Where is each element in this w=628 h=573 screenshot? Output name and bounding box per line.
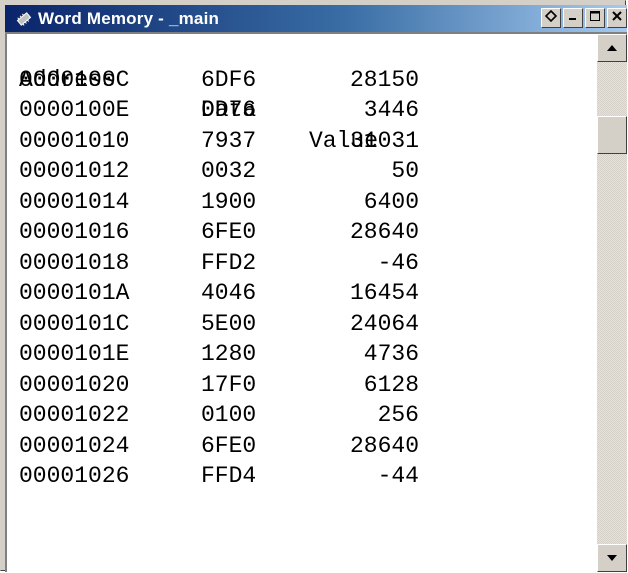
memory-address: 00001010 xyxy=(19,127,130,154)
table-row[interactable]: 0000101E 1280 4736 xyxy=(19,339,419,370)
memory-view[interactable]: Address Data Value 0000100C 6DF6 28150 0000… xyxy=(5,32,627,572)
memory-value: 3446 xyxy=(363,97,419,123)
table-row[interactable]: 0000101A 4046 16454 xyxy=(19,278,419,309)
memory-address: 0000101C xyxy=(19,310,130,337)
maximize-icon xyxy=(588,9,602,28)
memory-value: 31031 xyxy=(349,127,419,154)
close-button[interactable] xyxy=(607,8,627,28)
memory-address: 0000101E xyxy=(19,341,130,367)
memory-data: 6FE0 xyxy=(201,432,257,459)
memory-address: 00001022 xyxy=(19,402,130,428)
table-row[interactable]: 00001022 0100 256 xyxy=(19,400,419,431)
window-title: Word Memory - _main xyxy=(38,8,220,28)
memory-address: 0000100E xyxy=(19,97,130,123)
memory-address: 00001012 xyxy=(19,158,130,184)
memory-data: 6FE0 xyxy=(201,219,257,245)
memory-data: 1280 xyxy=(201,341,257,367)
memory-value: 50 xyxy=(391,158,419,184)
scroll-thumb[interactable] xyxy=(597,116,627,154)
memory-data: 6DF6 xyxy=(201,66,257,93)
table-row[interactable]: 0000101C 5E00 24064 xyxy=(19,309,419,340)
memory-data: 17F0 xyxy=(201,371,257,398)
memory-value: 24064 xyxy=(349,310,419,337)
memory-address: 00001018 xyxy=(19,249,130,276)
minimize-icon xyxy=(566,9,580,28)
arrow-up-icon xyxy=(606,39,618,57)
arrow-down-icon xyxy=(606,549,618,567)
memory-data: FFD4 xyxy=(201,463,257,489)
restore-icon xyxy=(544,9,558,28)
scroll-down-button[interactable] xyxy=(597,544,627,572)
table-row[interactable]: 0000100C 6DF6 28150 xyxy=(19,65,419,96)
table-row[interactable]: 00001014 1900 6400 xyxy=(19,187,419,218)
memory-data: 1900 xyxy=(201,188,257,215)
table-row[interactable]: 0000100E 0D76 3446 xyxy=(19,95,419,126)
table-row[interactable]: 00001026 FFD4 -44 xyxy=(19,461,419,492)
header-row: Address Data Value xyxy=(19,34,378,154)
memory-data: 0100 xyxy=(201,402,257,428)
memory-address: 00001024 xyxy=(19,432,130,459)
table-row[interactable]: 00001018 FFD2 -46 xyxy=(19,248,419,279)
memory-value: -46 xyxy=(377,249,419,276)
restore-button[interactable] xyxy=(541,8,561,28)
memory-address: 00001014 xyxy=(19,188,130,215)
title-bar[interactable]: Word Memory - _main xyxy=(5,5,627,32)
maximize-button[interactable] xyxy=(585,8,605,28)
table-row[interactable]: 00001012 0032 50 xyxy=(19,156,419,187)
memory-address: 00001016 xyxy=(19,219,130,245)
memory-address: 00001026 xyxy=(19,463,130,489)
table-row[interactable]: 00001020 17F0 6128 xyxy=(19,370,419,401)
memory-address: 0000101A xyxy=(19,280,130,306)
close-icon xyxy=(610,9,624,28)
memory-data: 4046 xyxy=(201,280,257,306)
memory-value: 6128 xyxy=(363,371,419,398)
minimize-button[interactable] xyxy=(563,8,583,28)
memory-value: 16454 xyxy=(349,280,419,306)
memory-address: 00001020 xyxy=(19,371,130,398)
table-row[interactable]: 00001024 6FE0 28640 xyxy=(19,431,419,462)
memory-data: FFD2 xyxy=(201,249,257,276)
table-row[interactable]: 00001010 7937 31031 xyxy=(19,126,419,157)
memory-table: Address Data Value 0000100C 6DF6 28150 0000… xyxy=(19,34,419,492)
scroll-up-button[interactable] xyxy=(597,34,627,62)
memory-value: 28150 xyxy=(349,66,419,93)
memory-data: 0D76 xyxy=(201,97,257,123)
table-row[interactable]: 00001016 6FE0 28640 xyxy=(19,217,419,248)
memory-data: 5E00 xyxy=(201,310,257,337)
vertical-scrollbar[interactable] xyxy=(597,34,627,572)
memory-value: 28640 xyxy=(349,432,419,459)
word-memory-window: Word Memory - _main Address Data Value 0… xyxy=(0,0,627,572)
memory-value: 256 xyxy=(377,402,419,428)
memory-data: 0032 xyxy=(201,158,257,184)
memory-value: 4736 xyxy=(363,341,419,367)
memory-chip-icon xyxy=(15,10,33,28)
memory-value: 6400 xyxy=(363,188,419,215)
memory-data: 7937 xyxy=(201,127,257,154)
memory-value: 28640 xyxy=(349,219,419,245)
memory-value: -44 xyxy=(377,463,419,489)
title-buttons xyxy=(541,8,627,30)
memory-address: 0000100C xyxy=(19,66,130,93)
